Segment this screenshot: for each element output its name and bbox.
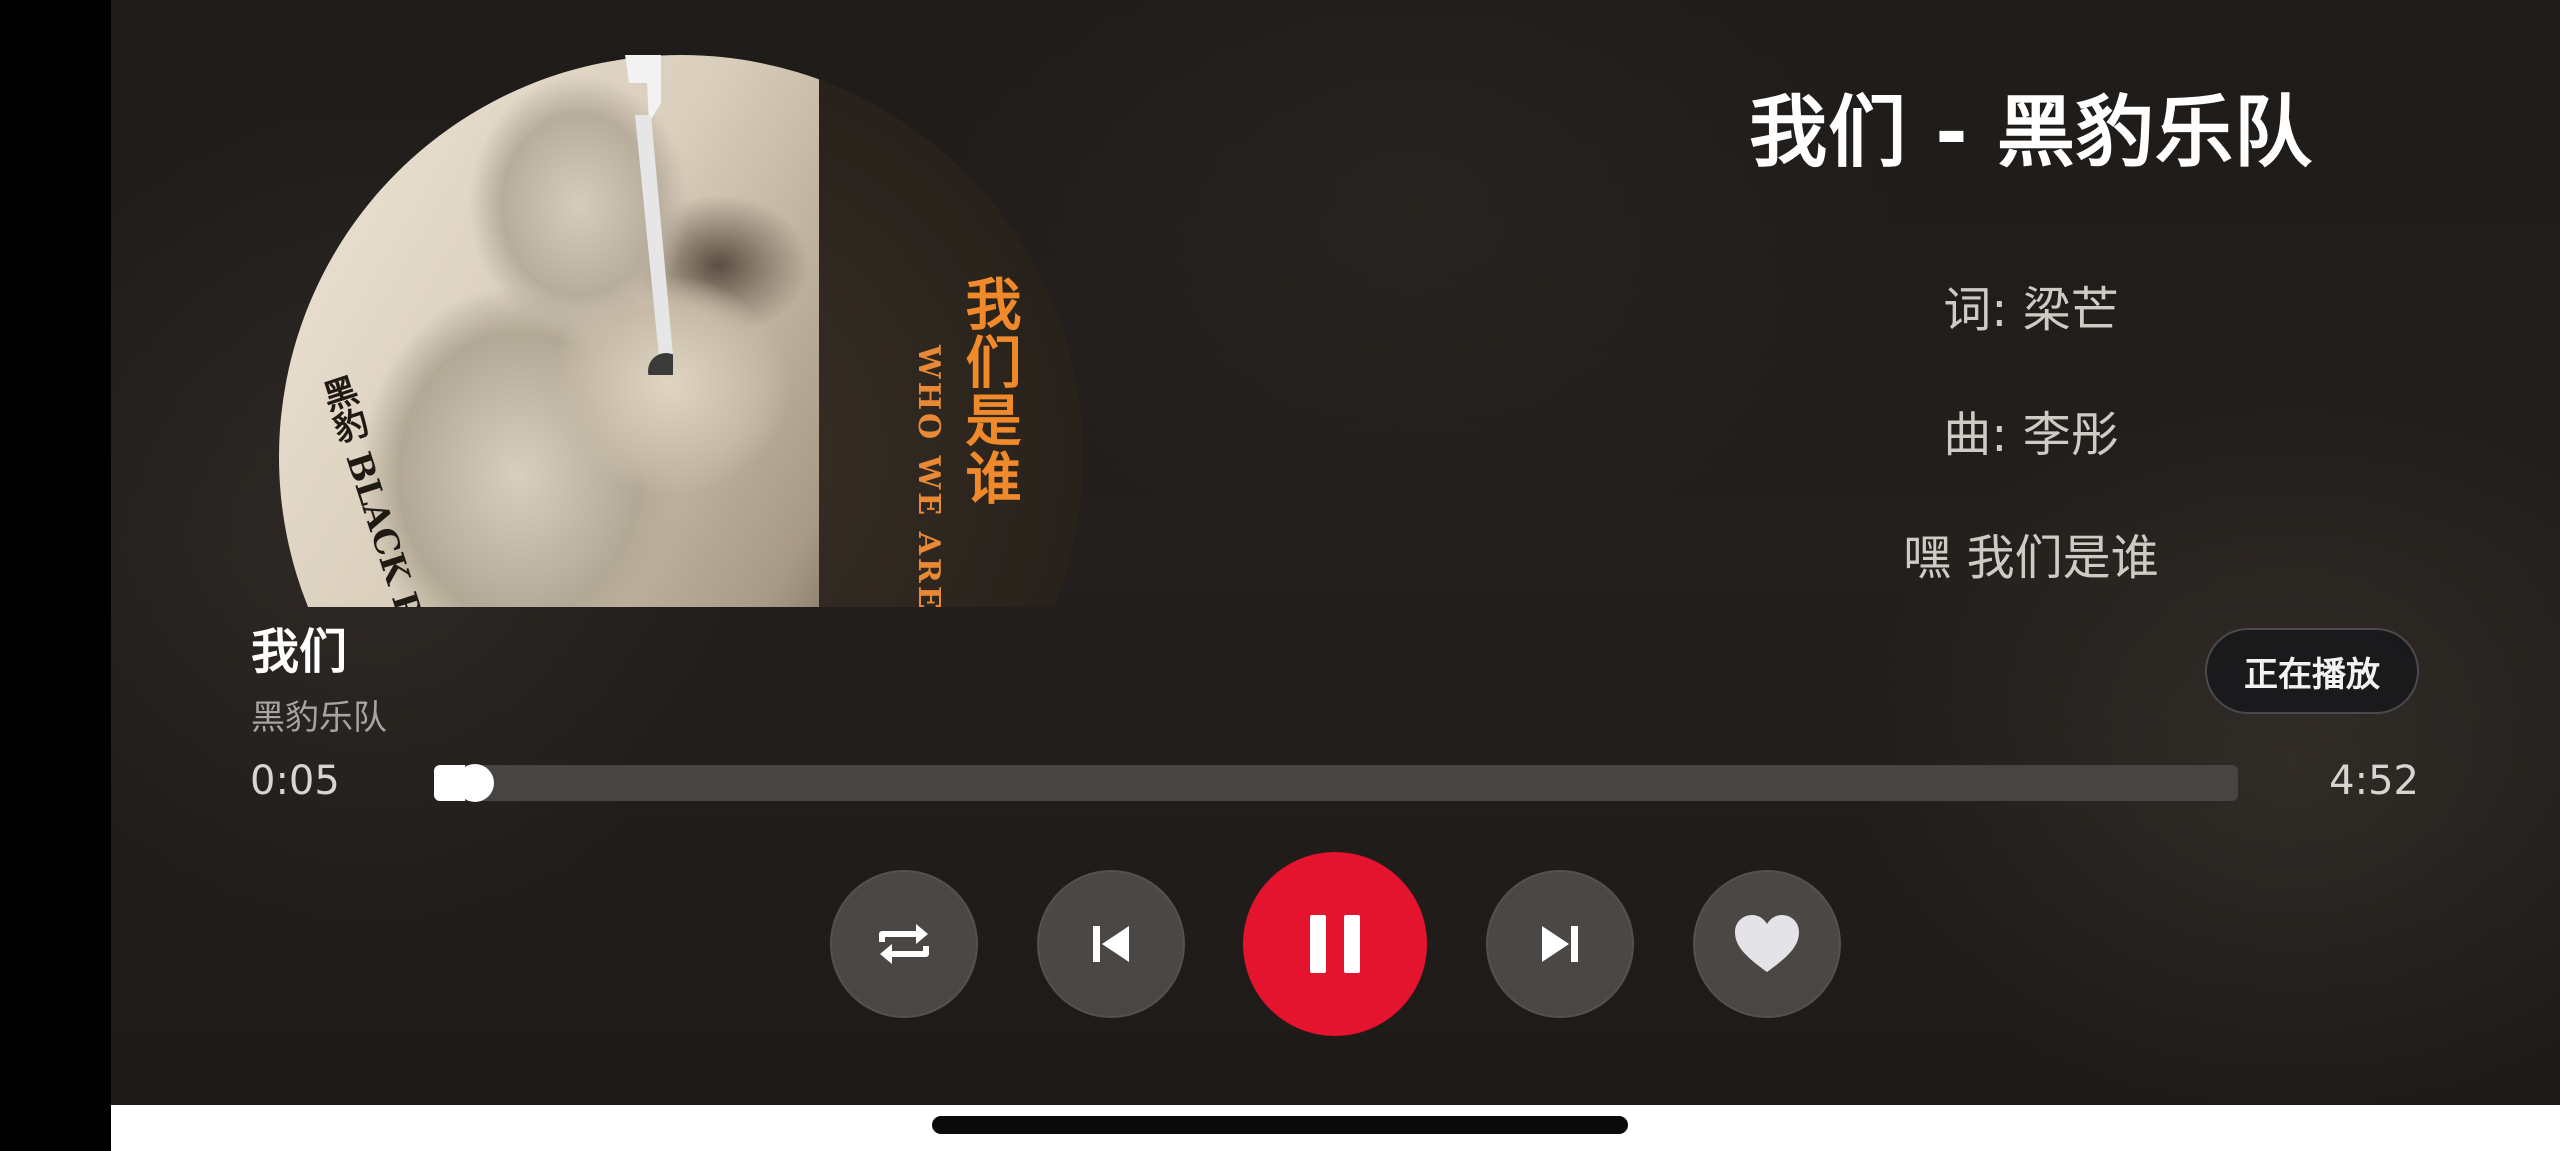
like-button[interactable] [1693, 870, 1841, 1018]
home-indicator[interactable] [932, 1116, 1628, 1134]
pause-icon [1310, 915, 1360, 973]
lyric-line: 词: 梁芒 [1943, 282, 2119, 338]
screen: 黑豹 BLACK PAN 我们是谁 WHO WE ARE 我们 - 黑豹乐队 词… [0, 0, 2560, 1151]
play-pause-button[interactable] [1243, 852, 1427, 1036]
now-playing-button[interactable]: 正在播放 [2205, 628, 2419, 714]
left-letterbox [0, 0, 111, 1151]
previous-button[interactable] [1037, 870, 1185, 1018]
track-artist[interactable]: 黑豹乐队 [251, 690, 387, 739]
track-title: 我们 [251, 624, 348, 680]
progress-bar[interactable] [434, 765, 2238, 801]
lyrics-song-heading: 我们 - 黑豹乐队 [1749, 88, 2313, 178]
progress-knob[interactable] [455, 764, 494, 802]
next-button[interactable] [1486, 870, 1634, 1018]
cover-title: 我们是谁 [956, 275, 1022, 507]
heart-icon [1735, 915, 1799, 972]
lyric-line: 嘿 我们是谁 [1903, 530, 2159, 586]
repeat-button[interactable] [830, 870, 978, 1018]
elapsed-time: 0:05 [250, 758, 340, 804]
total-time: 4:52 [2329, 758, 2419, 804]
cover-subtitle: WHO WE ARE [911, 345, 946, 607]
skip-next-icon [1542, 926, 1578, 962]
lyric-line: 曲: 李彤 [1943, 407, 2119, 463]
music-player: 黑豹 BLACK PAN 我们是谁 WHO WE ARE 我们 - 黑豹乐队 词… [111, 0, 2560, 1105]
album-disc[interactable]: 黑豹 BLACK PAN 我们是谁 WHO WE ARE [279, 55, 1083, 607]
repeat-icon [879, 924, 929, 964]
skip-previous-icon [1093, 926, 1129, 962]
